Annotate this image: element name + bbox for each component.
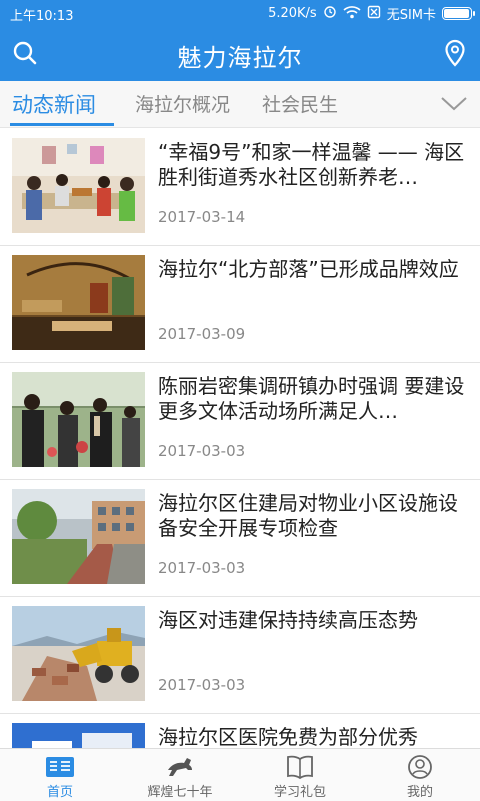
no-sim-icon — [367, 5, 381, 23]
category-tabs: 动态新闻 海拉尔概况 社会民生 — [0, 81, 480, 128]
tab-dynamic-news[interactable]: 动态新闻 — [12, 89, 96, 119]
nav-mine-label: 我的 — [406, 785, 433, 800]
news-title: “幸福9号”和家一样温馨 —— 海区胜利街道秀水社区创新养老… — [158, 140, 465, 189]
news-item[interactable]: 海拉尔“北方部落”已形成品牌效应 2017-03-09 — [0, 245, 480, 363]
news-title: 海拉尔区住建局对物业小区设施设备安全开展专项检查 — [158, 491, 458, 540]
news-list: “幸福9号”和家一样温馨 —— 海区胜利街道秀水社区创新养老… 2017-03-… — [0, 128, 480, 748]
news-item[interactable]: 陈丽岩密集调研镇办时强调 要建设更多文体活动场所满足人… 2017-03-03 — [0, 362, 480, 480]
news-title: 海拉尔“北方部落”已形成品牌效应 — [158, 257, 459, 281]
news-item[interactable]: 海拉尔区医院免费为部分优秀 — [0, 713, 480, 748]
news-date: 2017-03-14 — [158, 208, 246, 226]
news-thumbnail — [12, 372, 145, 467]
news-thumbnail — [12, 489, 145, 584]
news-title: 海区对违建保持持续高压态势 — [158, 608, 418, 632]
wifi-icon — [343, 5, 361, 23]
nav-mine[interactable]: 我的 — [360, 749, 480, 801]
nav-study-pack[interactable]: 学习礼包 — [240, 749, 360, 801]
status-bar: 上午10:13 5.20K/s 无SIM卡 — [0, 0, 480, 26]
user-icon — [405, 754, 435, 780]
news-thumbnail — [12, 138, 145, 233]
alarm-icon — [323, 5, 337, 23]
nav-home-label: 首页 — [46, 785, 73, 800]
horse-icon — [165, 754, 195, 780]
location-pin-icon[interactable] — [440, 38, 470, 68]
news-title: 陈丽岩密集调研镇办时强调 要建设更多文体活动场所满足人… — [158, 374, 465, 423]
news-item[interactable]: 海区对违建保持持续高压态势 2017-03-03 — [0, 596, 480, 714]
nav-glorious-seventy-label: 辉煌七十年 — [147, 785, 213, 800]
news-item[interactable]: “幸福9号”和家一样温馨 —— 海区胜利街道秀水社区创新养老… 2017-03-… — [0, 128, 480, 246]
news-thumbnail — [12, 606, 145, 701]
app-title: 魅力海拉尔 — [177, 44, 303, 72]
news-thumbnail — [12, 723, 145, 748]
news-date: 2017-03-03 — [158, 559, 246, 577]
battery-icon — [442, 7, 475, 20]
nav-home[interactable]: 首页 — [0, 749, 120, 801]
news-date: 2017-03-03 — [158, 676, 246, 694]
chevron-down-icon[interactable] — [440, 93, 468, 117]
news-title: 海拉尔区医院免费为部分优秀 — [158, 725, 418, 748]
network-speed: 5.20K/s — [268, 6, 317, 21]
news-date: 2017-03-03 — [158, 442, 246, 460]
sim-status: 无SIM卡 — [386, 8, 436, 23]
tab-hailar-overview[interactable]: 海拉尔概况 — [135, 90, 230, 117]
nav-study-pack-label: 学习礼包 — [273, 785, 326, 800]
app-bar: 魅力海拉尔 — [0, 26, 480, 81]
nav-glorious-seventy[interactable]: 辉煌七十年 — [120, 749, 240, 801]
news-item[interactable]: 海拉尔区住建局对物业小区设施设备安全开展专项检查 2017-03-03 — [0, 479, 480, 597]
news-thumbnail — [12, 255, 145, 350]
status-time: 上午10:13 — [10, 9, 74, 24]
tab-social-livelihood[interactable]: 社会民生 — [262, 90, 338, 117]
news-home-icon — [45, 754, 75, 780]
news-date: 2017-03-09 — [158, 325, 246, 343]
active-tab-indicator — [10, 123, 114, 126]
book-icon — [285, 754, 315, 780]
bottom-nav: 首页 辉煌七十年 学习礼包 我的 — [0, 748, 480, 801]
